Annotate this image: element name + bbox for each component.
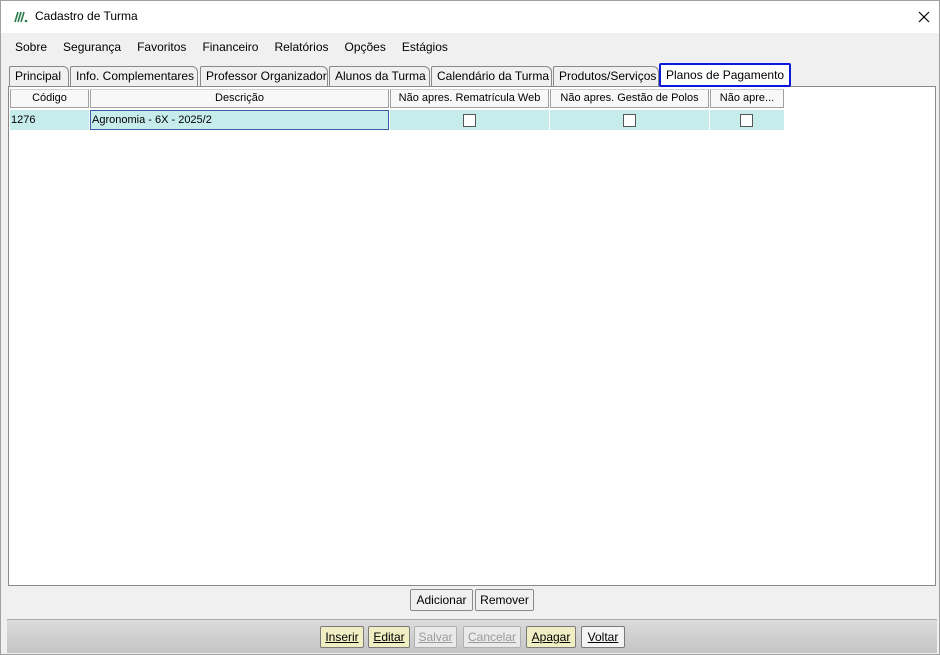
remover-button[interactable]: Remover [475, 589, 534, 611]
tab-principal[interactable]: Principal [9, 66, 69, 87]
col-header-gestao-polos[interactable]: Não apres. Gestão de Polos [550, 89, 709, 108]
title-bar: Cadastro de Turma [1, 1, 939, 33]
cell-rematricula-web [390, 110, 549, 130]
tab-professor-organizador[interactable]: Professor Organizador [200, 66, 328, 87]
cell-descricao[interactable]: Agronomia - 6X - 2025/2 [90, 110, 389, 130]
cell-nao-apre [710, 110, 784, 130]
cancelar-label: Cancelar [467, 630, 517, 644]
footer-toolbar: Inserir Editar Salvar Cancelar Apagar Vo… [7, 619, 937, 653]
cadastro-turma-window: Cadastro de Turma Sobre Segurança Favori… [0, 0, 940, 655]
menu-sobre[interactable]: Sobre [7, 35, 55, 59]
nao-apre-checkbox[interactable] [740, 114, 753, 127]
col-header-codigo[interactable]: Código [10, 89, 89, 108]
tab-planos-de-pagamento[interactable]: Planos de Pagamento [659, 63, 791, 87]
menu-seguranca[interactable]: Segurança [55, 35, 129, 59]
voltar-button[interactable]: Voltar [581, 626, 625, 648]
cell-gestao-polos [550, 110, 709, 130]
apagar-button[interactable]: Apagar [526, 626, 576, 648]
adicionar-button[interactable]: Adicionar [410, 589, 473, 611]
tab-produtos-servicos[interactable]: Produtos/Serviços [553, 66, 659, 87]
voltar-label: Voltar [587, 630, 619, 644]
menu-bar: Sobre Segurança Favoritos Financeiro Rel… [7, 35, 456, 59]
salvar-button[interactable]: Salvar [414, 626, 457, 648]
tab-alunos-da-turma[interactable]: Alunos da Turma [329, 66, 430, 87]
cell-codigo[interactable]: 1276 [10, 110, 89, 130]
planos-pagamento-panel: Código Descrição Não apres. Rematrícula … [8, 86, 936, 586]
app-logo-icon [14, 11, 28, 23]
apagar-label: Apagar [531, 630, 571, 644]
rematricula-web-checkbox[interactable] [463, 114, 476, 127]
tab-calendario-da-turma[interactable]: Calendário da Turma [431, 66, 552, 87]
menu-financeiro[interactable]: Financeiro [194, 35, 266, 59]
menu-opcoes[interactable]: Opções [337, 35, 394, 59]
gestao-polos-checkbox[interactable] [623, 114, 636, 127]
inserir-button[interactable]: Inserir [320, 626, 364, 648]
cancelar-button[interactable]: Cancelar [463, 626, 521, 648]
col-header-nao-apre[interactable]: Não apre... [710, 89, 784, 108]
editar-label: Editar [373, 630, 405, 644]
salvar-label: Salvar [418, 630, 453, 644]
col-header-descricao[interactable]: Descrição [90, 89, 389, 108]
close-button[interactable] [909, 1, 939, 33]
close-icon [918, 11, 930, 23]
col-header-rematricula-web[interactable]: Não apres. Rematrícula Web [390, 89, 549, 108]
editar-button[interactable]: Editar [368, 626, 410, 648]
tab-strip: Principal Info. Complementares Professor… [9, 63, 937, 87]
menu-relatorios[interactable]: Relatórios [266, 35, 336, 59]
menu-favoritos[interactable]: Favoritos [129, 35, 194, 59]
tab-info-complementares[interactable]: Info. Complementares [70, 66, 198, 87]
grid-button-bar: Adicionar Remover [1, 589, 939, 615]
window-title: Cadastro de Turma [35, 9, 138, 23]
inserir-label: Inserir [325, 630, 359, 644]
menu-estagios[interactable]: Estágios [394, 35, 456, 59]
